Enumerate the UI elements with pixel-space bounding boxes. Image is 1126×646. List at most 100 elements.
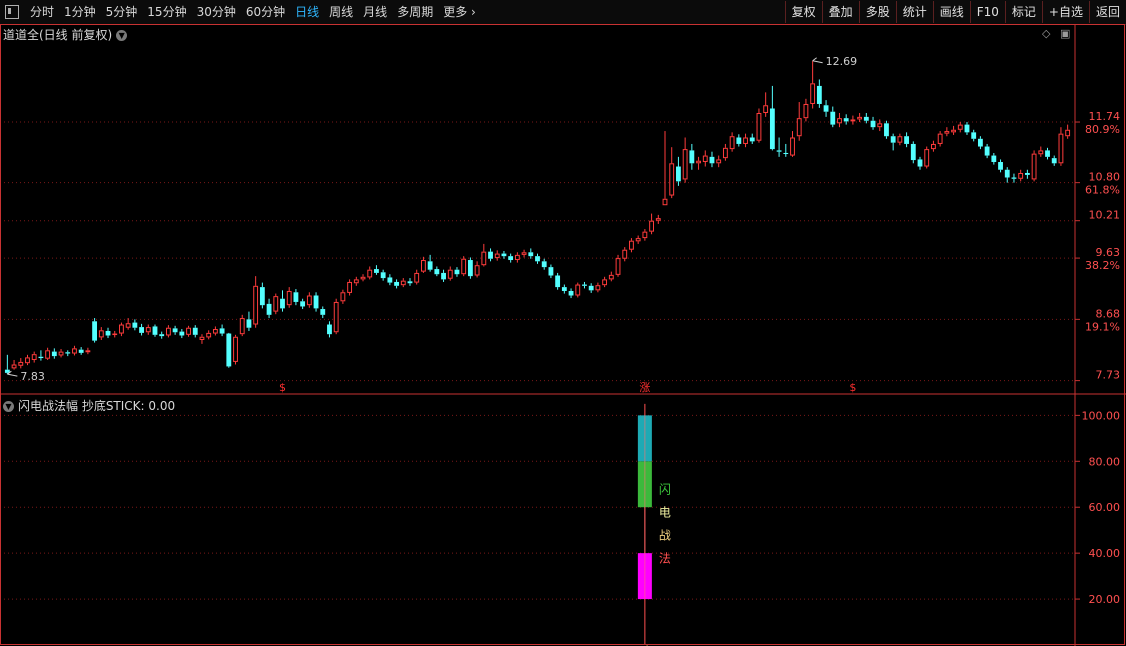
candle-body [333,301,339,333]
candle-body [407,281,413,284]
candle [850,115,856,125]
overlay-button[interactable]: 叠加 [821,1,859,23]
candle-body [11,364,17,369]
candle [622,247,628,262]
candle [984,143,990,159]
add-watchlist-button[interactable]: +自选 [1041,1,1089,23]
period-tab[interactable]: 15分钟 [142,0,191,24]
candle [749,133,755,144]
candle [676,156,681,186]
toolbar: 分时 1分钟 5分钟 15分钟 30分钟 60分钟 日线 周线 月线 多周期 更… [0,0,1126,25]
y-tick-percent: 38.2% [1085,259,1120,272]
candle-body [971,132,977,139]
main-annotations: 12.69 7.83 $ 涨 $ [7,55,857,394]
candle [528,248,534,259]
candle [729,132,735,152]
mark-button[interactable]: 标记 [1004,1,1042,23]
candle [937,131,943,147]
back-button[interactable]: 返回 [1088,1,1126,23]
y-tick-label: 80.00 [1089,455,1121,468]
candle-body [31,354,37,360]
candle-body [595,285,601,291]
candle [273,293,279,315]
multi-stock-button[interactable]: 多股 [858,1,896,23]
signal-char: 闪 [659,482,671,496]
panel-toggle-icon[interactable] [5,5,19,19]
candle-body [394,281,399,286]
candle [843,114,849,125]
candle-body [474,265,480,276]
period-tab[interactable]: 30分钟 [192,0,241,24]
candle [380,269,386,281]
candle-body [219,328,225,334]
high-label: 12.69 [826,55,858,68]
candle [25,354,30,366]
candle-body [306,295,312,306]
candle-body [702,155,708,163]
period-tab[interactable]: 1分钟 [59,0,101,24]
candle-body [944,131,950,134]
candle [702,150,708,167]
candle-body [58,351,64,356]
candle-body [514,254,520,261]
candle [696,156,701,170]
chart-area[interactable]: 11.7480.9% 10.8061.8% 10.21 9.6338.2% 8.6819… [0,24,1126,646]
period-tab[interactable]: 周线 [324,0,358,24]
candle [790,131,795,157]
adjust-button[interactable]: 复权 [784,1,822,23]
candlestick-series [4,60,1071,375]
candle [508,253,514,263]
period-tab[interactable]: 分时 [25,0,59,24]
candle-body [98,330,104,338]
candle-body [736,137,742,144]
candle [233,334,238,365]
candle [649,213,654,235]
candle-body [380,272,386,279]
period-tab[interactable]: 5分钟 [101,0,143,24]
candle [320,306,326,319]
candle-body [45,350,51,359]
candle [474,261,480,278]
high-pointer [812,57,823,64]
period-tab[interactable]: 多周期 [392,0,438,24]
candle-body [1011,177,1017,179]
candle [132,319,138,331]
statistics-button[interactable]: 统计 [895,1,933,23]
candle-body [655,218,661,221]
draw-line-button[interactable]: 画线 [932,1,970,23]
candle-body [259,287,265,306]
candle [501,251,507,259]
y-tick-label: 7.73 [1096,369,1121,382]
candle-body [78,349,84,353]
candle [1058,127,1064,166]
candle [756,108,762,143]
candle [602,276,608,288]
candle-body [159,334,165,337]
candle-body [501,253,507,257]
candle-body [890,136,896,143]
period-bar: 分时 1分钟 5分钟 15分钟 30分钟 60分钟 日线 周线 月线 多周期 更… [0,0,481,24]
candle-body [481,251,487,266]
candle-body [1018,172,1024,179]
candle-body [850,119,856,122]
more-menu[interactable]: 更多 › [438,0,481,24]
signal-char: 战 [659,528,671,542]
bottom-marker: $ [279,381,286,394]
f10-button[interactable]: F10 [969,1,1005,23]
candle [890,133,896,151]
candle [481,243,487,267]
candle-body [51,351,57,357]
candle [286,287,292,308]
candle [246,311,252,331]
period-tab[interactable]: 月线 [358,0,392,24]
candle-body [816,85,822,104]
candle [125,318,131,330]
period-tab[interactable]: 60分钟 [241,0,290,24]
candle-body [192,327,198,335]
candle-body [863,116,869,121]
candle [1038,146,1044,157]
period-tab-active[interactable]: 日线 [290,0,324,24]
candle [1011,173,1017,183]
candle [11,359,17,370]
candle-body [756,113,762,141]
